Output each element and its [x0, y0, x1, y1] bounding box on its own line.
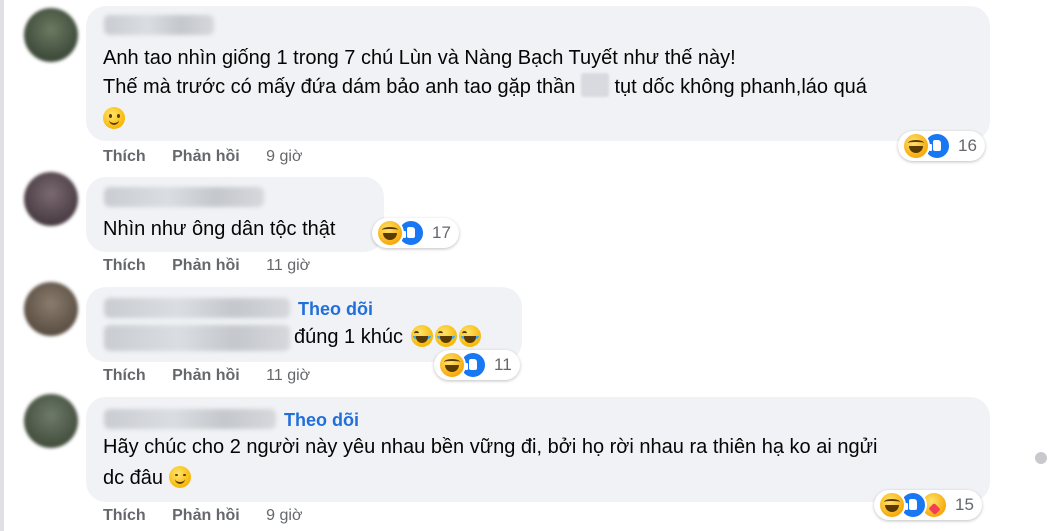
reply-link[interactable]: Phản hồi: [172, 148, 240, 165]
comment-timestamp[interactable]: 11 giờ: [266, 257, 310, 274]
commenter-name-blurred[interactable]: [104, 298, 290, 318]
reaction-count: 17: [432, 223, 451, 242]
follow-link[interactable]: Theo dõi: [298, 299, 373, 320]
scrollbar-thumb[interactable]: [1035, 452, 1047, 464]
wink-emoji-icon: [168, 466, 191, 488]
comment-text-segment: tụt dốc không phanh,láo quá: [614, 76, 867, 98]
comment-text-line: Thế mà trước có mấy đứa dám bảo anh tao …: [103, 72, 867, 103]
commenter-name-blurred[interactable]: [104, 15, 214, 35]
comment-actions: Thích Phản hồi 9 giờ: [103, 507, 324, 525]
comment-text-blurred: [104, 325, 290, 351]
comment-timestamp[interactable]: 9 giờ: [266, 148, 302, 165]
smile-emoji-icon: [103, 107, 125, 129]
like-link[interactable]: Thích: [103, 257, 146, 274]
laughing-crying-emoji-icon: [410, 325, 433, 347]
commenter-name-blurred[interactable]: [104, 409, 276, 429]
censored-word: [580, 73, 609, 97]
reaction-count: 16: [958, 136, 977, 155]
comment-emoji-line: [103, 104, 125, 135]
comment-actions: Thích Phản hồi 9 giờ: [103, 148, 324, 166]
reaction-summary[interactable]: 15: [874, 490, 982, 520]
comment-timestamp[interactable]: 9 giờ: [266, 507, 302, 524]
comment-text-line: Nhìn như ông dân tộc thật: [103, 218, 336, 240]
reaction-summary[interactable]: 16: [898, 131, 985, 161]
comment-text-line: dc đâu: [103, 463, 191, 494]
avatar[interactable]: [24, 394, 78, 448]
page-edge: [0, 0, 4, 531]
comment-actions: Thích Phản hồi 11 giờ: [103, 367, 332, 385]
comment-text-line: Hãy chúc cho 2 người này yêu nhau bền vữ…: [103, 436, 878, 458]
commenter-name-blurred[interactable]: [104, 187, 264, 207]
avatar[interactable]: [24, 8, 78, 62]
reply-link[interactable]: Phản hồi: [172, 507, 240, 524]
reply-link[interactable]: Phản hồi: [172, 367, 240, 384]
laughing-crying-emoji-icon: [434, 325, 457, 347]
haha-reaction-icon: [376, 219, 404, 247]
comment-text-segment: Thế mà trước có mấy đứa dám bảo anh tao …: [103, 76, 576, 98]
reaction-summary[interactable]: 11: [434, 350, 520, 380]
haha-reaction-icon: [438, 351, 466, 379]
reaction-count: 15: [955, 495, 974, 514]
comment-actions: Thích Phản hồi 11 giờ: [103, 257, 332, 275]
comment-text-line: đúng 1 khúc: [294, 322, 481, 353]
like-link[interactable]: Thích: [103, 367, 146, 384]
comment-text-segment: dc đâu: [103, 467, 164, 489]
like-link[interactable]: Thích: [103, 507, 146, 524]
avatar[interactable]: [24, 282, 78, 336]
avatar[interactable]: [24, 172, 78, 226]
reaction-count: 11: [494, 355, 512, 374]
comment-timestamp[interactable]: 11 giờ: [266, 367, 310, 384]
reply-link[interactable]: Phản hồi: [172, 257, 240, 274]
like-link[interactable]: Thích: [103, 148, 146, 165]
haha-reaction-icon: [878, 491, 906, 519]
reaction-summary[interactable]: 17: [372, 218, 459, 248]
laughing-crying-emoji-icon: [458, 325, 481, 347]
haha-reaction-icon: [902, 132, 930, 160]
follow-link[interactable]: Theo dõi: [284, 410, 359, 431]
comment-text-segment: đúng 1 khúc: [294, 326, 403, 348]
comment-text-line: Anh tao nhìn giống 1 trong 7 chú Lùn và …: [103, 47, 736, 69]
